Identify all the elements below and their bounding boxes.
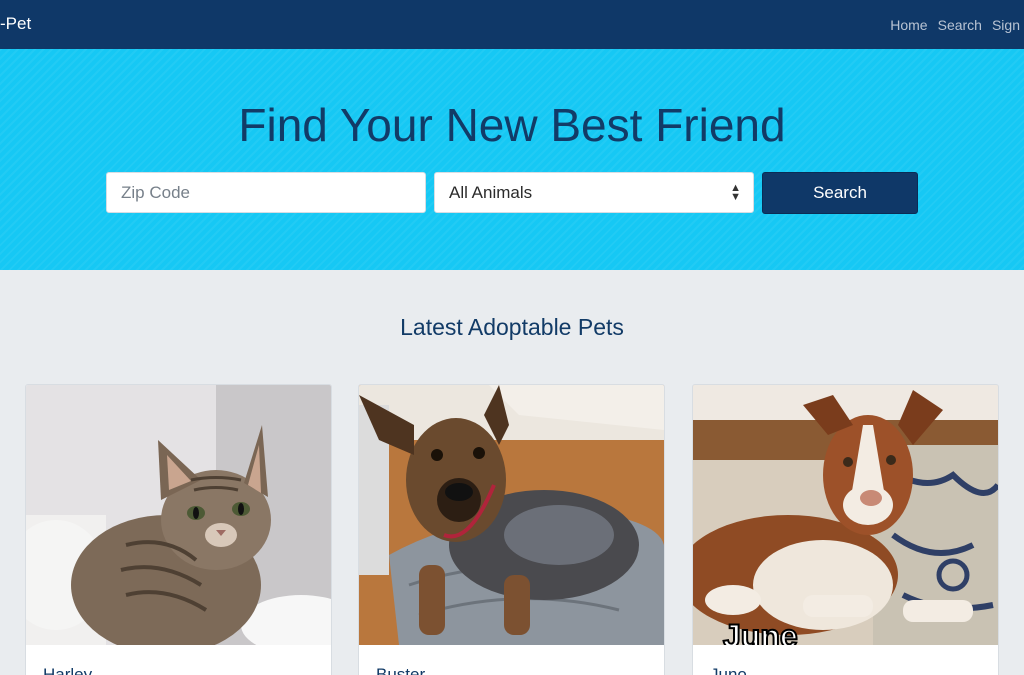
pet-card-buster[interactable]: Buster <box>358 384 665 675</box>
pet-name[interactable]: Juno <box>710 665 747 675</box>
section-title: Latest Adoptable Pets <box>400 314 624 340</box>
hero-banner: Find Your New Best Friend All Animals ▲▼… <box>0 49 1024 270</box>
pet-name[interactable]: Harley <box>43 665 92 675</box>
animal-type-select[interactable]: All Animals ▲ ▼ <box>434 172 754 213</box>
hero-title: Find Your New Best Friend <box>238 99 786 151</box>
animal-select-value: All Animals <box>449 182 533 202</box>
nav-links: Home Search Sign <box>890 17 1020 33</box>
pet-name[interactable]: Buster <box>376 665 425 675</box>
nav-link-sign[interactable]: Sign <box>992 17 1020 33</box>
husky-dog-photo[interactable]: June <box>693 385 998 645</box>
pet-card-harley[interactable]: Harley <box>25 384 332 675</box>
pet-card-juno[interactable]: June Juno <box>692 384 999 675</box>
top-navbar: -Pet Home Search Sign <box>0 0 1024 49</box>
zip-code-input[interactable] <box>106 172 426 213</box>
photo-caption: June <box>723 618 798 645</box>
nav-link-home[interactable]: Home <box>890 17 927 33</box>
nav-link-search[interactable]: Search <box>938 17 982 33</box>
brand-logo[interactable]: -Pet <box>0 14 31 34</box>
search-button[interactable]: Search <box>762 172 918 214</box>
select-arrows-icon: ▲ ▼ <box>730 182 741 203</box>
tabby-kitten-photo[interactable] <box>26 385 331 645</box>
heeler-puppy-photo[interactable] <box>359 385 664 645</box>
